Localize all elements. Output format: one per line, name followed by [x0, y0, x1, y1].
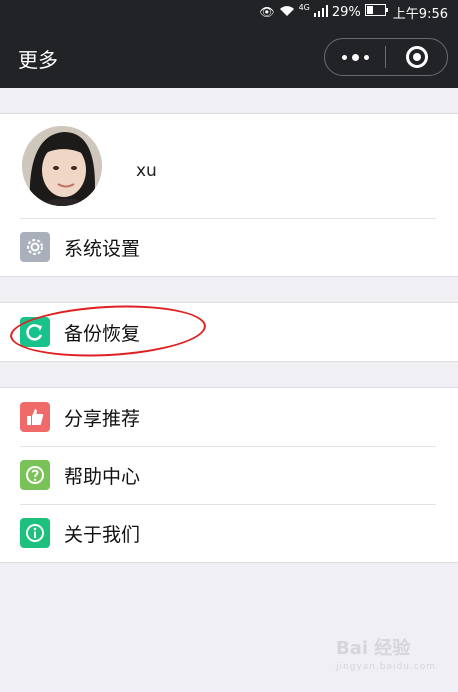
battery-icon	[364, 4, 389, 20]
menu-item-label: 关于我们	[64, 524, 141, 546]
menu-item-settings[interactable]: 系统设置	[0, 218, 458, 276]
mini-program-capsule	[324, 38, 448, 76]
thumbs-up-icon	[20, 402, 50, 432]
menu-item-about[interactable]: 关于我们	[0, 504, 458, 562]
nav-bar: 更多	[0, 24, 458, 88]
more-button[interactable]	[325, 39, 385, 75]
target-icon	[405, 46, 428, 68]
status-bar: 👁 4G 29% 上午9:56	[0, 0, 458, 24]
info-group: 分享推荐 帮助中心 关于我们	[0, 387, 458, 563]
row-divider	[20, 218, 436, 219]
watermark: Bai 经验 jingyan.baidu.com	[336, 634, 436, 682]
network-label: 4G	[298, 2, 310, 12]
question-icon	[20, 460, 50, 490]
username: xu	[136, 161, 157, 181]
gear-icon	[20, 232, 50, 262]
row-divider	[20, 446, 436, 447]
battery-percent: 29%	[331, 4, 361, 20]
row-divider	[20, 504, 436, 505]
more-dots-icon	[341, 54, 347, 60]
more-dots-icon-center	[351, 53, 359, 61]
menu-item-help[interactable]: 帮助中心	[0, 446, 458, 504]
menu-item-label: 帮助中心	[64, 466, 141, 488]
avatar[interactable]	[22, 126, 102, 206]
profile-group: xu 系统设置	[0, 113, 458, 277]
eye-icon: 👁	[259, 5, 275, 19]
more-dots-icon-right	[363, 54, 369, 60]
signal-icon	[313, 4, 328, 20]
menu-item-share[interactable]: 分享推荐	[0, 388, 458, 446]
menu-item-label: 系统设置	[64, 238, 141, 260]
menu-item-label: 分享推荐	[64, 408, 141, 430]
page-title: 更多	[18, 48, 58, 72]
wifi-icon	[279, 5, 295, 20]
close-button[interactable]	[386, 39, 447, 75]
info-icon	[20, 518, 50, 548]
profile-row[interactable]: xu	[0, 114, 458, 218]
watermark-logo: Bai 经验	[336, 638, 411, 659]
status-time: 上午9:56	[392, 6, 448, 22]
watermark-url: jingyan.baidu.com	[336, 662, 437, 672]
